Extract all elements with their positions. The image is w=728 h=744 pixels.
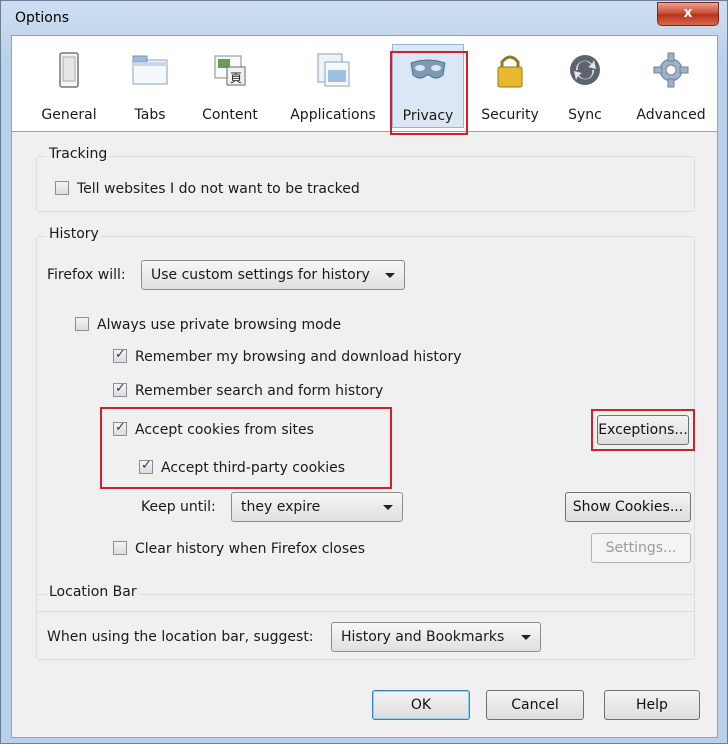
remember-browsing-option[interactable]: Remember my browsing and download histor…	[113, 347, 462, 365]
tab-content[interactable]: 頁 Content	[194, 44, 266, 128]
private-mode-label: Always use private browsing mode	[97, 317, 342, 333]
window-title: Options	[15, 10, 70, 26]
title-bar[interactable]: Options x	[1, 1, 727, 35]
tab-advanced[interactable]: Advanced	[628, 44, 714, 128]
tab-label: Tabs	[134, 107, 166, 123]
clear-on-close-option[interactable]: Clear history when Firefox closes	[113, 541, 365, 557]
tab-tabs[interactable]: Tabs	[124, 44, 176, 128]
keep-until-label: Keep until:	[141, 499, 216, 515]
cancel-button[interactable]: Cancel	[486, 690, 584, 720]
chevron-down-icon	[383, 505, 393, 510]
sync-icon	[570, 55, 600, 85]
tab-applications[interactable]: Applications	[284, 44, 382, 128]
lock-icon	[497, 55, 523, 88]
history-mode-dropdown[interactable]: Use custom settings for history	[141, 260, 405, 290]
do-not-track-checkbox[interactable]	[55, 181, 69, 195]
help-button[interactable]: Help	[604, 690, 700, 720]
remember-search-checkbox[interactable]	[113, 381, 127, 397]
remember-search-option[interactable]: Remember search and form history	[113, 381, 384, 399]
keep-until-value: they expire	[241, 499, 321, 515]
remember-browsing-label: Remember my browsing and download histor…	[135, 349, 462, 365]
remember-search-label: Remember search and form history	[135, 383, 384, 399]
privacy-highlight-box	[390, 51, 468, 135]
gear-icon	[653, 52, 689, 88]
options-window: Options x General Tabs 頁 Content Applica…	[0, 0, 728, 744]
location-bar-group: Location Bar When using the location bar…	[36, 584, 695, 660]
suggest-dropdown[interactable]: History and Bookmarks	[331, 622, 541, 652]
keep-until-dropdown[interactable]: they expire	[231, 492, 403, 522]
tracking-group: Tracking Tell websites I do not want to …	[36, 146, 695, 212]
history-mode-value: Use custom settings for history	[151, 267, 370, 283]
tabs-icon	[132, 55, 168, 85]
close-button[interactable]: x	[657, 2, 719, 26]
history-group: History Firefox will: Use custom setting…	[36, 226, 695, 612]
remember-browsing-checkbox[interactable]	[113, 347, 127, 363]
tab-label: Advanced	[636, 107, 706, 123]
ok-button[interactable]: OK	[372, 690, 470, 720]
content-icon: 頁	[214, 55, 246, 86]
tab-security[interactable]: Security	[478, 44, 542, 128]
applications-icon	[317, 53, 350, 87]
do-not-track-option[interactable]: Tell websites I do not want to be tracke…	[55, 181, 360, 197]
general-icon	[59, 52, 79, 88]
chevron-down-icon	[521, 635, 531, 640]
pane-toolbar: General Tabs 頁 Content Applications Priv…	[12, 36, 717, 135]
private-mode-option[interactable]: Always use private browsing mode	[75, 317, 341, 333]
tab-label: Applications	[290, 107, 376, 123]
firefox-will-label: Firefox will:	[47, 267, 126, 283]
tab-label: Sync	[568, 107, 602, 123]
tab-sync[interactable]: Sync	[558, 44, 612, 128]
group-title: History	[47, 226, 101, 242]
chevron-down-icon	[385, 273, 395, 278]
clear-on-close-label: Clear history when Firefox closes	[135, 541, 366, 557]
private-mode-checkbox[interactable]	[75, 317, 89, 331]
tab-label: Content	[202, 107, 258, 123]
group-title: Location Bar	[47, 584, 139, 600]
suggest-value: History and Bookmarks	[341, 629, 505, 645]
dialog-body: General Tabs 頁 Content Applications Priv…	[11, 35, 718, 738]
do-not-track-label: Tell websites I do not want to be tracke…	[77, 181, 360, 197]
show-cookies-button[interactable]: Show Cookies...	[565, 492, 691, 522]
settings-button[interactable]: Settings...	[591, 533, 691, 563]
tab-label: General	[41, 107, 97, 123]
tab-label: Security	[481, 107, 539, 123]
group-title: Tracking	[47, 146, 110, 162]
exceptions-highlight-box	[591, 409, 695, 451]
clear-on-close-checkbox[interactable]	[113, 541, 127, 555]
tab-general[interactable]: General	[36, 44, 102, 128]
svg-text:頁: 頁	[230, 71, 242, 85]
suggest-label: When using the location bar, suggest:	[47, 629, 314, 645]
cookies-highlight-box	[100, 407, 392, 489]
